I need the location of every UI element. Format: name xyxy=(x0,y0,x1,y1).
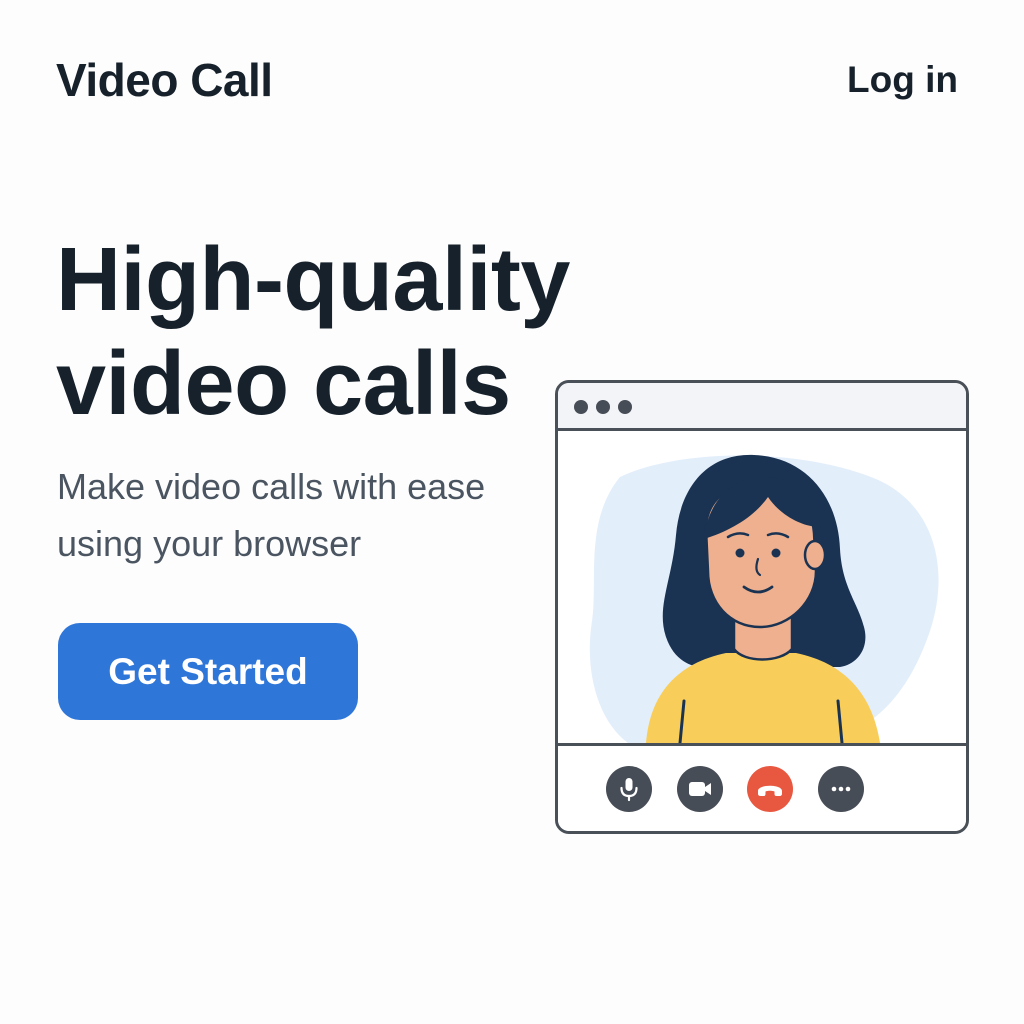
video-stage xyxy=(558,431,966,743)
get-started-button[interactable]: Get Started xyxy=(58,623,358,720)
eye-left xyxy=(735,548,745,558)
more-dots-icon xyxy=(831,786,851,792)
microphone-icon xyxy=(620,778,638,802)
eye-right xyxy=(771,548,781,558)
microphone-button[interactable] xyxy=(606,766,652,812)
window-dot-icon xyxy=(574,400,588,414)
video-call-illustration xyxy=(555,380,969,834)
hero-subtitle-line: using your browser xyxy=(57,523,362,564)
camera-button[interactable] xyxy=(677,766,723,812)
window-dot-icon xyxy=(596,400,610,414)
more-options-button[interactable] xyxy=(818,766,864,812)
caller-portrait xyxy=(589,454,939,743)
top-nav: Video Call Log in xyxy=(0,0,1024,160)
brand-logo-text[interactable]: Video Call xyxy=(56,52,273,108)
end-call-button[interactable] xyxy=(747,766,793,812)
hero-subtitle-line: Make video calls with ease xyxy=(57,466,486,507)
login-link[interactable]: Log in xyxy=(847,58,958,102)
hero-subtitle: Make video calls with ease using your br… xyxy=(57,458,537,572)
window-titlebar xyxy=(558,383,966,431)
window-dot-icon xyxy=(618,400,632,414)
video-camera-icon xyxy=(689,782,711,796)
hero-title-line: High-quality xyxy=(56,230,570,330)
call-controls-bar xyxy=(558,743,966,831)
hero-title-line: video calls xyxy=(56,334,511,434)
hero-title: High-quality video calls xyxy=(56,228,616,436)
hang-up-phone-icon xyxy=(758,785,782,796)
